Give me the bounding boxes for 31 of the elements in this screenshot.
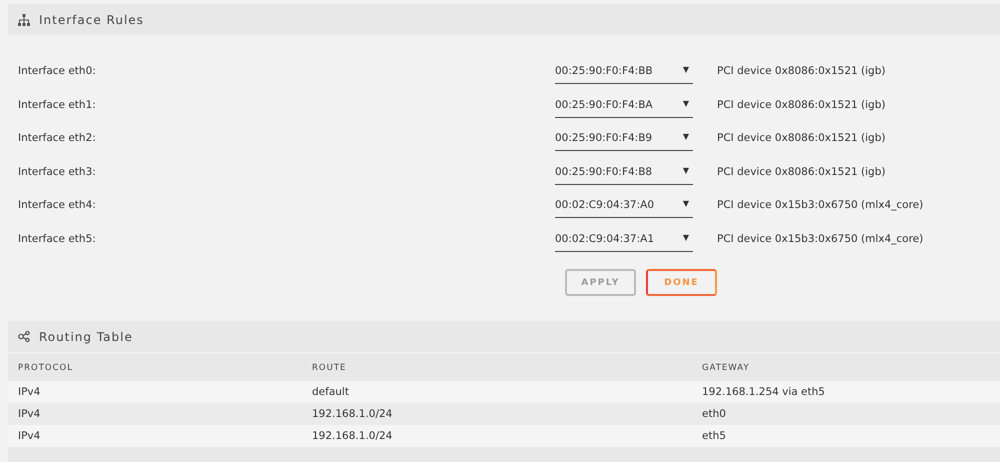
device-description: PCI device 0x8086:0x1521 (igb) [717, 132, 886, 144]
mac-select[interactable]: 00:25:90:F0:F4:B8 ▼ [555, 160, 693, 184]
mac-select[interactable]: 00:25:90:F0:F4:BA ▼ [555, 94, 693, 118]
table-cell: 192.168.1.0/24 [302, 403, 692, 425]
device-description: PCI device 0x8086:0x1521 (igb) [717, 98, 886, 110]
device-description: PCI device 0x8086:0x1521 (igb) [717, 65, 886, 77]
table-cell: eth0 [692, 403, 1000, 425]
interface-label: Interface eth0: [18, 65, 97, 77]
mac-select[interactable]: 00:02:C9:04:37:A0 ▼ [555, 194, 693, 218]
table-cell: 192.168.1.254 via eth5 [692, 381, 1000, 403]
interface-label: Interface eth2: [18, 132, 97, 144]
interface-label: Interface eth5: [18, 232, 97, 244]
mac-select[interactable]: 00:25:90:F0:F4:B9 ▼ [555, 127, 693, 151]
mac-select[interactable]: 00:02:C9:04:37:A1 ▼ [555, 228, 693, 252]
column-header: PROTOCOL [8, 353, 302, 381]
device-description: PCI device 0x8086:0x1521 (igb) [717, 166, 886, 178]
device-description: PCI device 0x15b3:0x6750 (mlx4_core) [717, 232, 924, 244]
interface-label: Interface eth4: [18, 199, 97, 211]
network-icon [18, 14, 30, 26]
column-header: GATEWAY [692, 353, 1000, 381]
share-icon [18, 331, 30, 342]
device-description: PCI device 0x15b3:0x6750 (mlx4_core) [717, 199, 924, 211]
table-cell: default [302, 381, 692, 403]
table-cell: IPv4 [8, 403, 302, 425]
column-header: ROUTE [302, 353, 692, 381]
table-cell: IPv4 [8, 381, 302, 403]
mac-select[interactable]: 00:25:90:F0:F4:BB ▼ [555, 60, 693, 84]
interface-label: Interface eth1: [18, 98, 97, 110]
panel-title: Interface Rules [39, 12, 144, 26]
panel-title: Routing Table [39, 330, 133, 344]
interface-label: Interface eth3: [18, 166, 97, 178]
